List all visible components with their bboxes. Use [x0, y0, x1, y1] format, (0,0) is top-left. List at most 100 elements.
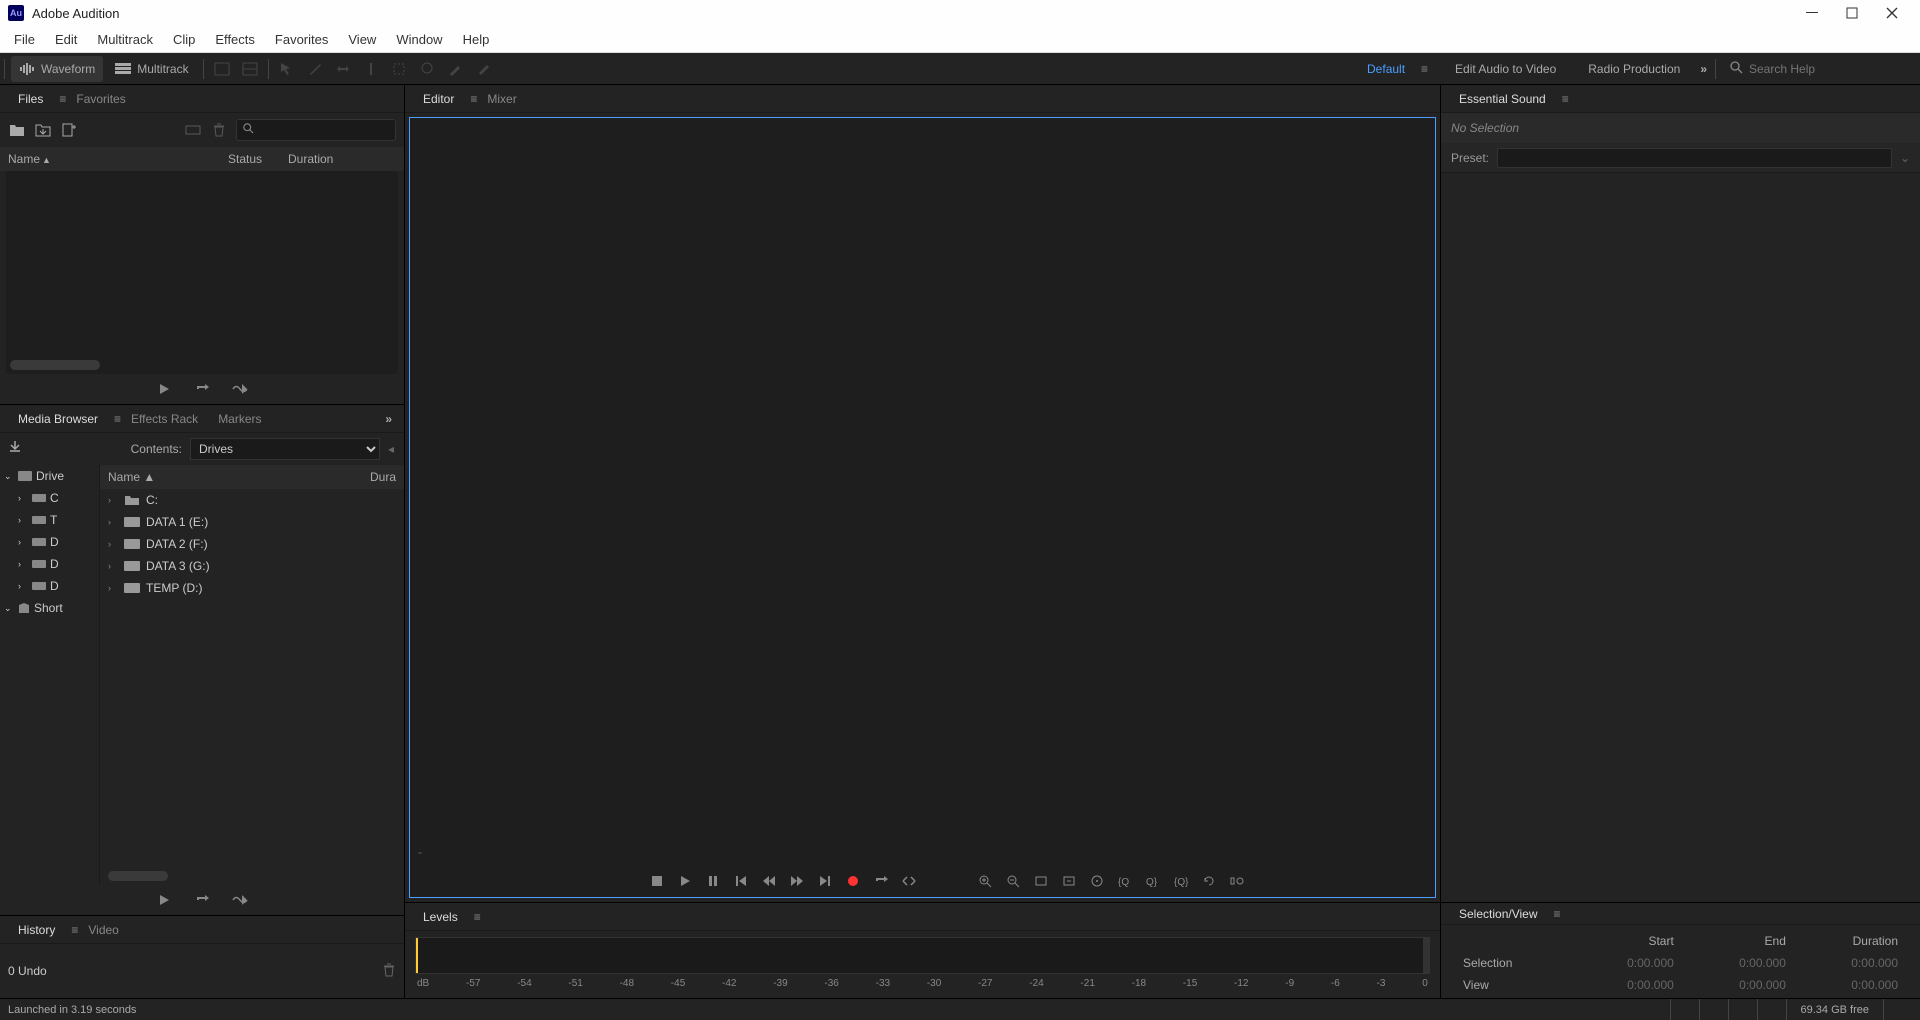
new-file-icon[interactable] — [60, 121, 78, 139]
autoplay-icon[interactable] — [230, 890, 250, 910]
contents-dropdown[interactable]: Drives — [190, 438, 380, 460]
zoom-in-time-icon[interactable] — [1059, 871, 1079, 891]
zoom-reset-icon[interactable] — [1031, 871, 1051, 891]
lasso-tool-icon[interactable] — [414, 56, 440, 82]
menu-window[interactable]: Window — [386, 28, 452, 51]
tab-editor[interactable]: Editor — [413, 88, 464, 110]
move-tool-icon[interactable] — [274, 56, 300, 82]
hud-toggle-icon[interactable] — [209, 56, 235, 82]
sv-view-end[interactable]: 0:00.000 — [1684, 975, 1794, 995]
mb-col-name[interactable]: Name ▲ — [108, 470, 370, 484]
mb-scrollbar[interactable] — [108, 871, 168, 881]
sv-view-duration[interactable]: 0:00.000 — [1796, 975, 1906, 995]
rewind-button[interactable] — [759, 871, 779, 891]
pause-button[interactable] — [703, 871, 723, 891]
trash-icon[interactable] — [382, 963, 396, 980]
menu-favorites[interactable]: Favorites — [265, 28, 338, 51]
sv-view-start[interactable]: 0:00.000 — [1572, 975, 1682, 995]
selection-view-menu-icon[interactable]: ≡ — [1554, 907, 1561, 921]
play-icon[interactable] — [154, 890, 174, 910]
files-search-box[interactable] — [236, 119, 396, 141]
tab-markers[interactable]: Markers — [208, 408, 271, 430]
menu-view[interactable]: View — [338, 28, 386, 51]
skip-selection-button[interactable] — [899, 871, 919, 891]
brush-tool-icon[interactable] — [442, 56, 468, 82]
menu-help[interactable]: Help — [453, 28, 500, 51]
media-browser-menu-icon[interactable]: ≡ — [114, 412, 121, 426]
tab-files[interactable]: Files — [8, 88, 53, 110]
workspace-default-menu-icon[interactable]: ≡ — [1421, 62, 1439, 76]
search-help-input[interactable] — [1749, 62, 1899, 76]
drive-row[interactable]: ›DATA 2 (F:) — [100, 533, 404, 555]
history-menu-icon[interactable]: ≡ — [71, 923, 78, 937]
autoplay-icon[interactable] — [230, 379, 250, 399]
search-help-box[interactable] — [1720, 61, 1920, 77]
menu-edit[interactable]: Edit — [45, 28, 87, 51]
workspace-edit-audio-video[interactable]: Edit Audio to Video — [1439, 62, 1572, 76]
media-browser-overflow-icon[interactable]: » — [381, 412, 396, 426]
slip-tool-icon[interactable] — [330, 56, 356, 82]
open-file-icon[interactable] — [8, 121, 26, 139]
play-icon[interactable] — [154, 379, 174, 399]
razor-tool-icon[interactable] — [302, 56, 328, 82]
sv-selection-end[interactable]: 0:00.000 — [1684, 953, 1794, 973]
tree-item[interactable]: ›T — [0, 509, 99, 531]
tab-media-browser[interactable]: Media Browser — [8, 408, 108, 430]
tree-item[interactable]: ›D — [0, 553, 99, 575]
go-to-start-button[interactable] — [731, 871, 751, 891]
menu-multitrack[interactable]: Multitrack — [87, 28, 163, 51]
sv-selection-duration[interactable]: 0:00.000 — [1796, 953, 1906, 973]
tab-video[interactable]: Video — [78, 919, 128, 941]
files-panel-menu-icon[interactable]: ≡ — [59, 92, 66, 106]
drive-row[interactable]: ›DATA 1 (E:) — [100, 511, 404, 533]
drive-row[interactable]: ›C: — [100, 489, 404, 511]
levels-clip-indicator[interactable] — [1423, 938, 1429, 973]
files-col-duration[interactable]: Duration — [288, 152, 333, 166]
files-col-status[interactable]: Status — [228, 152, 288, 166]
window-minimize-button[interactable] — [1792, 0, 1832, 26]
window-close-button[interactable] — [1872, 0, 1912, 26]
time-selection-tool-icon[interactable] — [358, 56, 384, 82]
levels-menu-icon[interactable]: ≡ — [474, 910, 481, 924]
zoom-full-icon[interactable] — [1087, 871, 1107, 891]
tree-drives-root[interactable]: ⌄Drive — [0, 465, 99, 487]
tree-item[interactable]: ›D — [0, 531, 99, 553]
sv-selection-start[interactable]: 0:00.000 — [1572, 953, 1682, 973]
zoom-to-selection-icon[interactable]: {Q} — [1171, 871, 1191, 891]
multitrack-view-button[interactable]: Multitrack — [107, 56, 196, 82]
download-icon[interactable] — [8, 440, 26, 458]
tab-favorites[interactable]: Favorites — [66, 88, 135, 110]
zoom-in-amplitude-icon[interactable] — [975, 871, 995, 891]
preset-dropdown[interactable] — [1497, 148, 1892, 168]
tab-selection-view[interactable]: Selection/View — [1449, 903, 1548, 925]
workspace-radio-production[interactable]: Radio Production — [1572, 62, 1696, 76]
loop-icon[interactable] — [192, 379, 212, 399]
zoom-selection-out-icon[interactable]: Q} — [1143, 871, 1163, 891]
tab-history[interactable]: History — [8, 919, 65, 941]
play-button[interactable] — [675, 871, 695, 891]
workspace-overflow-icon[interactable]: » — [1696, 62, 1711, 76]
zoom-out-full-icon[interactable] — [1227, 871, 1247, 891]
chevron-down-icon[interactable]: ⌄ — [1900, 151, 1910, 165]
refresh-icon[interactable] — [1199, 871, 1219, 891]
marquee-tool-icon[interactable] — [386, 56, 412, 82]
drive-row[interactable]: ›DATA 3 (G:) — [100, 555, 404, 577]
loop-icon[interactable] — [192, 890, 212, 910]
go-to-end-button[interactable] — [815, 871, 835, 891]
zoom-selection-in-icon[interactable]: {Q — [1115, 871, 1135, 891]
tab-effects-rack[interactable]: Effects Rack — [121, 408, 208, 430]
import-file-icon[interactable] — [34, 121, 52, 139]
waveform-view-button[interactable]: Waveform — [11, 56, 103, 82]
menu-file[interactable]: File — [4, 28, 45, 51]
window-maximize-button[interactable] — [1832, 0, 1872, 26]
fast-forward-button[interactable] — [787, 871, 807, 891]
mb-col-duration[interactable]: Dura — [370, 470, 396, 484]
workspace-default[interactable]: Default — [1351, 62, 1421, 76]
zoom-out-amplitude-icon[interactable] — [1003, 871, 1023, 891]
tree-shortcuts[interactable]: ⌄Short — [0, 597, 99, 619]
tab-mixer[interactable]: Mixer — [477, 88, 526, 110]
menu-clip[interactable]: Clip — [163, 28, 205, 51]
files-col-name[interactable]: Name▲ — [8, 152, 228, 166]
loop-playback-button[interactable] — [871, 871, 891, 891]
nav-back-icon[interactable]: ◂ — [388, 442, 396, 456]
